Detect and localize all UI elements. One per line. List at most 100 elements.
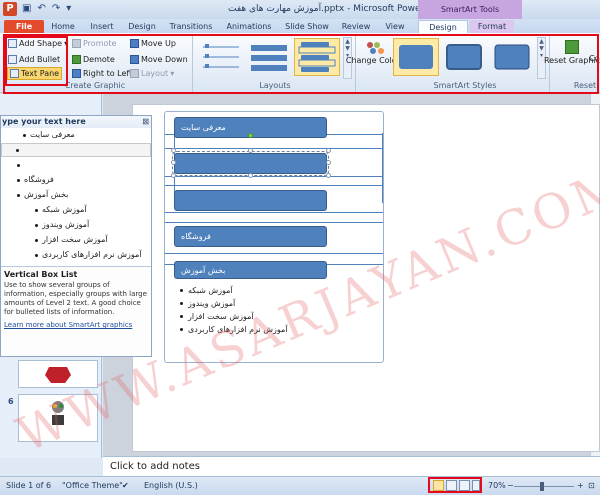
tab-view[interactable]: View	[380, 20, 410, 33]
add-bullet-button[interactable]: Add Bullet	[8, 53, 60, 66]
rotate-handle[interactable]	[248, 133, 253, 138]
tab-smartart-design[interactable]: Design	[418, 20, 468, 33]
move-up-button[interactable]: Move Up	[130, 37, 176, 50]
demote-arrow-icon	[72, 55, 81, 64]
tab-review[interactable]: Review	[338, 20, 374, 33]
smartart-styles-group-label: SmartArt Styles	[433, 81, 497, 90]
zoom-slider[interactable]	[514, 486, 574, 487]
smartart-text-pane: ype your text here ⊠ معرفی سایت فروشگاه …	[0, 115, 152, 357]
window-title: آموزش مهارت های هفت.pptx - Microsoft Pow…	[228, 4, 447, 14]
smartart-subitem[interactable]: آموزش نرم افزارهای کاربردی	[180, 323, 288, 335]
smartart-rule	[165, 222, 383, 223]
resize-handle[interactable]	[326, 173, 331, 178]
resize-handle[interactable]	[171, 148, 176, 153]
tab-insert[interactable]: Insert	[86, 20, 118, 33]
text-pane-subitem[interactable]: آموزش ویندوز	[35, 218, 89, 232]
right-to-left-button[interactable]: Right to Left	[72, 67, 132, 80]
smartart-style-thumb-2[interactable]	[441, 38, 487, 76]
tab-smartart-format[interactable]: Format	[470, 20, 514, 33]
smartart-box[interactable]	[174, 190, 327, 211]
smartart-style-thumb-3[interactable]	[489, 38, 535, 76]
text-pane-item[interactable]	[17, 158, 24, 172]
slide-number: 6	[8, 397, 14, 406]
add-shape-button[interactable]: Add Shape ▾	[8, 37, 68, 50]
tab-animations[interactable]: Animations	[224, 20, 274, 33]
resize-handle[interactable]	[248, 148, 253, 153]
language-indicator[interactable]: English (U.S.)	[144, 481, 198, 490]
fit-to-window-icon[interactable]: ⊡	[588, 481, 595, 490]
theme-name[interactable]: "Office Theme"	[62, 481, 123, 490]
reset-group-label: Reset	[573, 81, 597, 90]
learn-more-link[interactable]: Learn more about SmartArt graphics	[4, 321, 148, 329]
layout-thumb-2[interactable]	[246, 38, 292, 76]
slide-counter: Slide 1 of 6	[6, 481, 52, 490]
style-preview-icon	[399, 45, 433, 69]
zoom-slider-knob[interactable]	[540, 482, 544, 491]
close-icon[interactable]: ⊠	[142, 116, 149, 128]
resize-handle[interactable]	[171, 173, 176, 178]
smartart-box-selected[interactable]	[172, 151, 329, 176]
change-colors-button[interactable]: Change Colors	[346, 40, 404, 80]
slide-thumbnail[interactable]	[18, 360, 98, 388]
ribbon-tabs: File Home Insert Design Transitions Anim…	[0, 19, 600, 33]
smartart-subitem[interactable]: آموزش شبکه	[180, 284, 233, 296]
text-pane-item[interactable]: فروشگاه	[17, 173, 54, 187]
smartart-connector	[382, 133, 383, 203]
tab-design[interactable]: Design	[126, 20, 158, 33]
zoom-in-button[interactable]: +	[577, 481, 584, 490]
tab-file[interactable]: File	[4, 20, 44, 33]
layout-thumb-1[interactable]	[198, 38, 244, 76]
zoom-out-button[interactable]: −	[507, 481, 514, 490]
slide-thumbnail[interactable]	[18, 394, 98, 442]
text-pane-item[interactable]: بخش آموزش	[17, 188, 68, 202]
title-bar: P ▣ ↶ ↷ ▾ آموزش مهارت های هفت.pptx - Mic…	[0, 0, 600, 19]
resize-handle[interactable]	[326, 148, 331, 153]
tab-home[interactable]: Home	[48, 20, 78, 33]
zoom-level[interactable]: 70%	[488, 481, 506, 490]
notes-pane[interactable]: Click to add notes	[103, 456, 600, 476]
text-pane-list: معرفی سایت فروشگاه بخش آموزش آموزش شبکه …	[1, 128, 151, 278]
layout-button[interactable]: Layout ▾	[130, 67, 174, 80]
smartart-subitem[interactable]: آموزش سخت افزار	[180, 310, 254, 322]
text-pane-subitem[interactable]: آموزش شبکه	[35, 203, 87, 217]
smartart-box[interactable]: فروشگاه	[174, 226, 327, 247]
notes-placeholder: Click to add notes	[110, 461, 200, 472]
smartart-rule	[165, 253, 383, 254]
text-pane-icon	[10, 69, 19, 78]
text-pane-button[interactable]: Text Pane	[7, 67, 63, 80]
add-shape-icon	[8, 39, 17, 48]
promote-button[interactable]: Promote	[72, 37, 116, 50]
customize-qat-icon[interactable]: ▾	[66, 3, 71, 14]
text-pane-subitem[interactable]: آموزش نرم افزارهای کاربردی	[35, 248, 142, 262]
layout-thumb-vertical-box-list[interactable]	[294, 38, 340, 76]
quick-access-toolbar: ▣ ↶ ↷ ▾	[22, 3, 71, 14]
smartart-subitem[interactable]: آموزش ویندوز	[180, 297, 235, 309]
move-down-arrow-icon	[130, 55, 139, 64]
convert-button[interactable]: Co	[589, 52, 599, 65]
resize-handle[interactable]	[248, 173, 253, 178]
view-buttons-highlight-frame	[428, 477, 482, 493]
move-up-arrow-icon	[130, 39, 139, 48]
text-pane-item-selected[interactable]	[1, 143, 151, 157]
reset-graphic-button[interactable]: Reset Graphic	[544, 40, 600, 80]
move-down-button[interactable]: Move Down	[130, 53, 188, 66]
resize-handle[interactable]	[171, 160, 176, 165]
redo-icon[interactable]: ↷	[52, 3, 60, 14]
spellcheck-icon[interactable]: ✔	[122, 481, 129, 490]
layout-description-text: Use to show several groups of informatio…	[4, 281, 147, 316]
layout-icon	[130, 69, 139, 78]
demote-button[interactable]: Demote	[72, 53, 115, 66]
save-icon[interactable]: ▣	[22, 3, 31, 14]
promote-arrow-icon	[72, 39, 81, 48]
tab-slide-show[interactable]: Slide Show	[282, 20, 332, 33]
smartart-style-thumb-1[interactable]	[393, 38, 439, 76]
resize-handle[interactable]	[326, 160, 331, 165]
text-pane-subitem[interactable]: آموزش سخت افزار	[35, 233, 108, 247]
smartart-box[interactable]: بخش آموزش	[174, 261, 327, 279]
powerpoint-app-icon[interactable]: P	[3, 2, 17, 16]
tab-transitions[interactable]: Transitions	[166, 20, 216, 33]
undo-icon[interactable]: ↶	[37, 3, 45, 14]
style-preview-icon	[446, 44, 482, 70]
smartart-rule	[165, 185, 383, 186]
text-pane-item[interactable]: معرفی سایت	[23, 128, 75, 142]
